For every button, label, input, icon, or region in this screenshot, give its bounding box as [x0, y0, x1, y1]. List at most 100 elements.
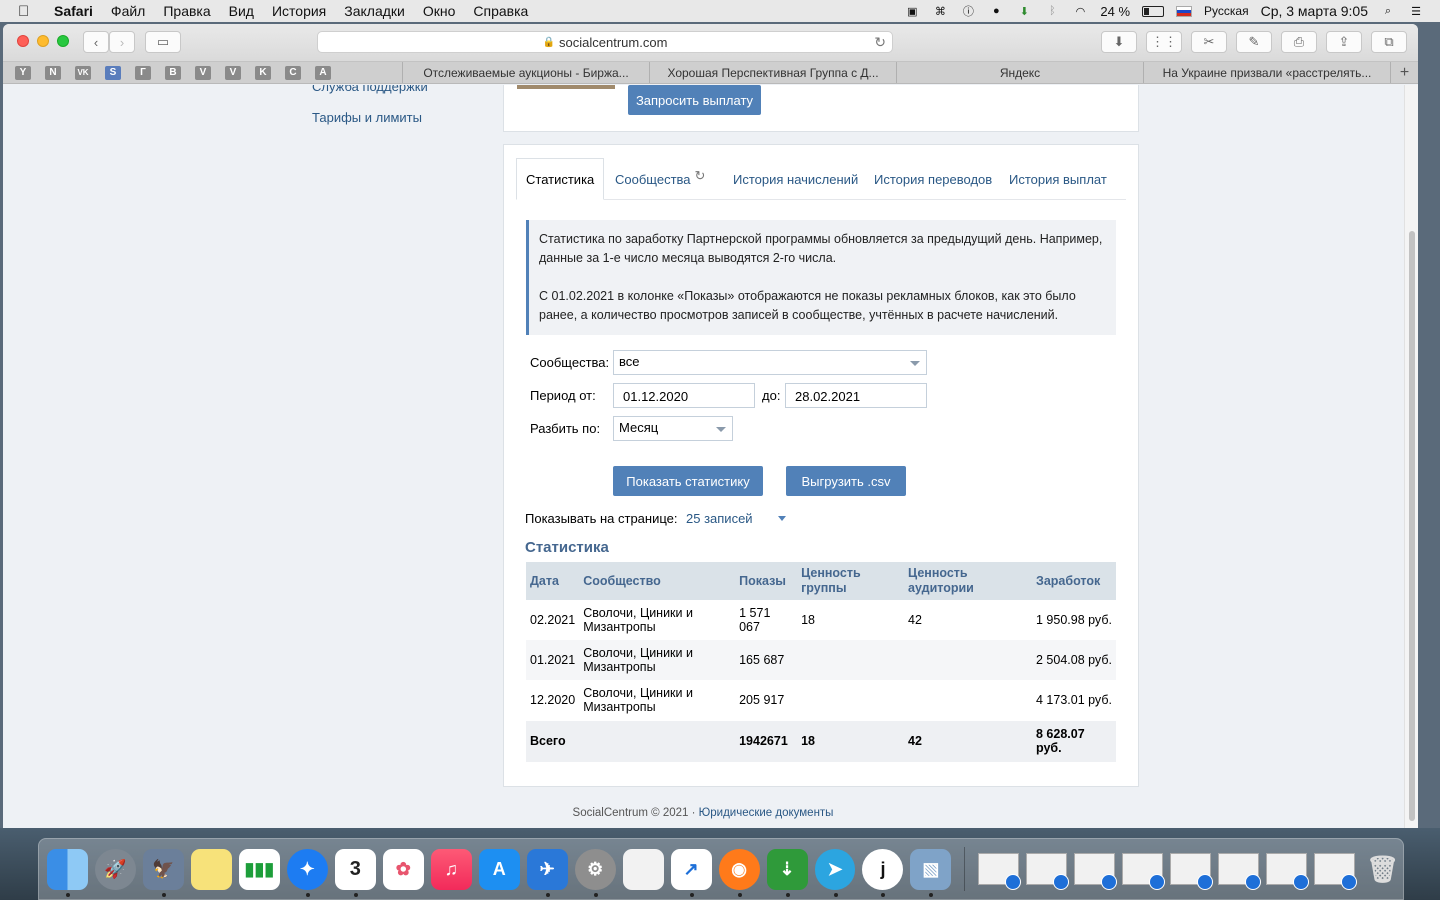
tab-overview-button[interactable]: ⧉ [1371, 31, 1407, 53]
fav-n[interactable]: N [45, 65, 61, 80]
tab-transfers-history[interactable]: История переводов [874, 158, 992, 200]
tab-auctions[interactable]: Отслеживаемые аукционы - Биржа... [403, 62, 650, 83]
minimized-window-3[interactable] [1074, 853, 1118, 890]
numbers-icon[interactable]: ▮▮▮ [238, 848, 280, 890]
clipper-button[interactable]: ✂ [1191, 31, 1227, 53]
extensions-button[interactable]: ⋮⋮ [1146, 31, 1182, 53]
zoom-window-button[interactable] [57, 35, 69, 47]
system-preferences-icon[interactable]: ⚙ [574, 848, 616, 897]
split-by-select[interactable]: Месяц [613, 416, 733, 441]
menu-file[interactable]: Файл [111, 3, 145, 19]
annotate-button[interactable]: ✎ [1236, 31, 1272, 53]
address-bar[interactable]: 🔒 socialcentrum.com ↻ [317, 31, 893, 53]
tab-yandex[interactable]: Яндекс [897, 62, 1144, 83]
firefox-icon[interactable]: ◉ [718, 848, 760, 897]
col-audience-value[interactable]: Ценность аудитории [904, 562, 1032, 600]
chart-app-icon[interactable]: ↗ [670, 848, 712, 897]
finder-icon[interactable] [47, 848, 88, 897]
preview-icon[interactable]: 🦅 [142, 848, 184, 897]
clock[interactable]: Ср, 3 марта 9:05 [1261, 3, 1368, 19]
col-views[interactable]: Показы [735, 562, 798, 600]
per-page-select[interactable]: 25 записей [686, 511, 753, 526]
russian-flag-icon[interactable] [1176, 5, 1193, 17]
show-stats-button[interactable]: Показать статистику [613, 466, 763, 496]
minimize-window-button[interactable] [37, 35, 49, 47]
photos-icon[interactable]: ✿ [382, 848, 424, 890]
sidebar-link-tariffs[interactable]: Тарифы и лимиты [312, 110, 422, 125]
tab-communities[interactable]: Сообщества ↻ [615, 158, 705, 200]
notification-center-icon[interactable]: ☰ [1408, 4, 1424, 18]
minimized-window-2[interactable] [1026, 853, 1070, 890]
apple-menu-icon[interactable]:  [18, 3, 40, 20]
spotlight-search-icon[interactable]: ⌕ [1380, 4, 1396, 18]
menu-view[interactable]: Вид [229, 3, 254, 19]
close-window-button[interactable] [17, 35, 29, 47]
menu-history[interactable]: История [272, 3, 326, 19]
tab-accruals-history[interactable]: История начислений [733, 158, 858, 200]
battery-percent[interactable]: 24 % [1100, 4, 1130, 19]
screen-mirroring-icon[interactable]: ▣ [904, 4, 920, 18]
page-scrollbar[interactable] [1404, 85, 1418, 828]
export-csv-button[interactable]: Выгрузить .csv [786, 466, 906, 496]
period-to-input[interactable]: 28.02.2021 [785, 383, 927, 408]
request-payout-button[interactable]: Запросить выплату [628, 85, 761, 115]
sidebar-toggle-button[interactable]: ▭ [145, 31, 181, 53]
safari-icon[interactable]: ✦ [286, 848, 328, 897]
share-button[interactable]: ⇪ [1326, 31, 1362, 53]
music-icon[interactable]: ♫ [430, 848, 472, 890]
mail-icon[interactable]: ✈ [526, 848, 568, 897]
fav-vk[interactable]: VK [75, 65, 91, 80]
chevron-down-icon[interactable] [778, 516, 786, 521]
new-tab-button[interactable]: + [1391, 62, 1418, 83]
downloader-icon[interactable]: ⇣ [766, 848, 808, 897]
communities-select[interactable]: все [613, 350, 927, 375]
fav-s[interactable]: S [105, 65, 121, 80]
download-tray-icon[interactable]: ⬇ [1016, 4, 1032, 18]
minimized-window-5[interactable] [1170, 853, 1214, 890]
sidebar-link-support[interactable]: Служба поддержки [312, 85, 428, 94]
input-source[interactable]: Русская [1204, 4, 1249, 18]
reload-icon[interactable]: ↻ [874, 34, 886, 51]
launchpad-icon[interactable]: 🚀 [94, 848, 136, 890]
tab-payouts-history[interactable]: История выплат [1009, 158, 1107, 200]
col-date[interactable]: Дата [526, 562, 580, 600]
fav-y[interactable]: Y [15, 65, 31, 80]
tab-statistics[interactable]: Статистика [516, 158, 605, 200]
minimized-window-7[interactable] [1266, 853, 1310, 890]
wifi-icon[interactable]: ◠ [1072, 4, 1088, 18]
trash-icon[interactable]: 🗑 [1362, 849, 1403, 890]
scrollbar-thumb[interactable] [1409, 231, 1415, 821]
fav-k[interactable]: K [255, 65, 271, 80]
footer-legal-link[interactable]: Юридические документы [699, 807, 834, 819]
fav-v1[interactable]: V [195, 65, 211, 80]
image-capture-icon[interactable]: ▧ [910, 848, 952, 897]
keyboard-icon[interactable]: ⌘ [932, 4, 948, 18]
fav-c[interactable]: C [285, 65, 301, 80]
menu-bookmarks[interactable]: Закладки [344, 3, 405, 19]
print-button[interactable]: ⎙ [1281, 31, 1317, 53]
calendar-icon[interactable]: 3 [334, 848, 376, 897]
fav-a[interactable]: A [315, 65, 331, 80]
minimized-window-8[interactable] [1314, 853, 1358, 890]
menu-window[interactable]: Окно [423, 3, 456, 19]
col-community[interactable]: Сообщество [579, 562, 736, 600]
bluetooth-icon[interactable]: ᛒ [1044, 4, 1060, 18]
battery-icon[interactable] [1142, 5, 1165, 17]
col-earnings[interactable]: Заработок [1031, 562, 1116, 600]
col-group-value[interactable]: Ценность группы [797, 562, 905, 600]
menu-help[interactable]: Справка [473, 3, 528, 19]
minimized-window-6[interactable] [1218, 853, 1262, 890]
notes-icon[interactable] [190, 848, 232, 890]
fav-g[interactable]: Г [135, 65, 151, 80]
telegram-icon[interactable]: ➤ [814, 848, 856, 897]
period-from-input[interactable]: 01.12.2020 [613, 383, 755, 408]
menu-app[interactable]: Safari [54, 3, 93, 19]
minimized-window-1[interactable] [978, 853, 1022, 890]
tab-group[interactable]: Хорошая Перспективная Группа с Д... [650, 62, 897, 83]
minimized-window-4[interactable] [1122, 853, 1166, 890]
fav-b[interactable]: B [165, 65, 181, 80]
tab-news[interactable]: На Украине призвали «расстрелять... [1144, 62, 1391, 83]
fav-v2[interactable]: V [225, 65, 241, 80]
downloads-button[interactable]: ⬇ [1101, 31, 1137, 53]
back-button[interactable]: ‹ [83, 31, 109, 53]
